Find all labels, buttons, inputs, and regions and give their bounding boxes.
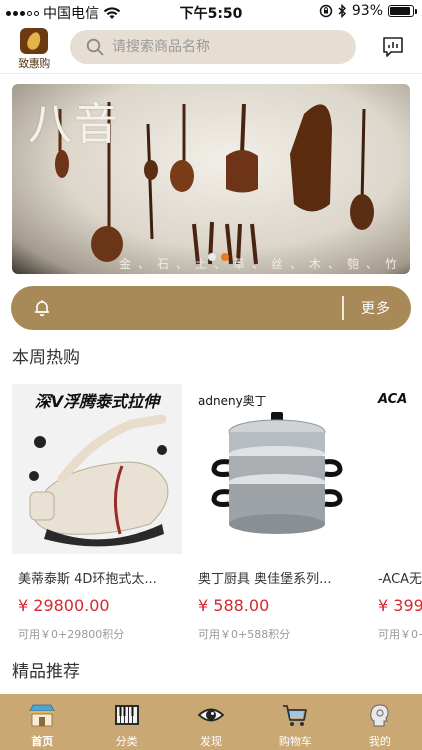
tab-home[interactable]: 首页 xyxy=(0,694,84,750)
user-head-icon xyxy=(370,704,389,727)
tab-label: 分类 xyxy=(115,735,138,748)
weekly-hot-products[interactable]: 深V浮腾泰式拉伸 美蒂泰斯 4D环抱式太... ¥ 29800.00 可用￥0+… xyxy=(0,384,422,644)
product-card[interactable]: 深V浮腾泰式拉伸 美蒂泰斯 4D环抱式太... ¥ 29800.00 可用￥0+… xyxy=(12,384,182,644)
shopping-cart-icon xyxy=(283,705,308,726)
tab-label: 发现 xyxy=(200,735,223,748)
app-logo[interactable]: 致惠购 xyxy=(16,28,52,70)
product-image-massage-chair: 深V浮腾泰式拉伸 xyxy=(12,384,182,554)
battery-level xyxy=(390,7,411,15)
carousel-dot-active[interactable] xyxy=(221,253,229,261)
product-price: ¥ 29800.00 xyxy=(18,596,110,615)
section-title-recommended: 精品推荐 xyxy=(12,662,80,682)
bluetooth-icon xyxy=(338,4,346,18)
banner-title: 八音 xyxy=(28,99,120,150)
eye-icon xyxy=(197,708,225,722)
product-name[interactable]: -ACA无 xyxy=(378,568,422,587)
piano-keys-icon xyxy=(114,705,139,725)
search-icon xyxy=(86,38,104,56)
battery-percent: 93% xyxy=(351,3,383,19)
product-price: ¥ 588.00 xyxy=(198,596,270,615)
carousel-dots xyxy=(208,253,229,261)
logo-mark xyxy=(20,28,48,54)
rotation-lock-icon xyxy=(319,4,333,18)
search-input[interactable] xyxy=(112,39,342,55)
bell-icon xyxy=(34,299,50,317)
section-title-weekly-hot: 本周热购 xyxy=(12,348,80,368)
product-image-aca: ACA xyxy=(372,384,422,554)
product-name[interactable]: 美蒂泰斯 4D环抱式太... xyxy=(18,568,182,587)
tab-category[interactable]: 分类 xyxy=(84,694,168,750)
tab-label: 首页 xyxy=(31,735,54,748)
product-image-text: ACA xyxy=(378,392,408,407)
massage-chair-illustration xyxy=(29,414,169,547)
product-price: ¥ 399 xyxy=(378,596,422,615)
steamer-pot-illustration xyxy=(211,412,343,534)
battery-icon xyxy=(388,5,417,17)
tab-discover[interactable]: 发现 xyxy=(169,694,253,750)
product-name[interactable]: 奥丁厨具 奥佳堡系列... xyxy=(198,568,362,587)
status-bar: 中国电信 下午5:50 93% xyxy=(0,0,422,24)
carousel-dot[interactable] xyxy=(208,253,216,261)
product-image-steamer-pot: adneny奥丁 xyxy=(192,384,362,554)
tab-label: 我的 xyxy=(368,735,391,748)
tab-label: 购物车 xyxy=(278,735,312,748)
product-card[interactable]: adneny奥丁 奥丁厨具 奥佳堡系列... ¥ 588.00 可用￥0+588… xyxy=(192,384,362,644)
product-points: 可用￥0+ xyxy=(378,628,422,641)
tab-profile[interactable]: 我的 xyxy=(338,694,422,750)
product-points: 可用￥0+588积分 xyxy=(198,628,291,641)
tab-cart[interactable]: 购物车 xyxy=(253,694,337,750)
banner-caption: 金、石、土、革、丝、木、匏、竹 xyxy=(118,257,404,271)
logo-text: 致惠购 xyxy=(18,57,50,70)
notice-more-link[interactable]: 更多 xyxy=(361,298,391,318)
status-right: 93% xyxy=(319,3,417,19)
bottom-tab-bar: 首页 分类 发现 购物车 我的 xyxy=(0,694,422,750)
product-points: 可用￥0+29800积分 xyxy=(18,628,125,641)
storefront-icon xyxy=(29,704,55,727)
search-bar[interactable] xyxy=(70,30,356,64)
product-card[interactable]: ACA -ACA无 ¥ 399 可用￥0+ xyxy=(372,384,422,644)
notice-bar[interactable]: 更多 xyxy=(11,286,411,330)
header: 致惠购 xyxy=(0,24,422,72)
banner-carousel[interactable]: 八音 金、石、土、革、丝、木、匏、竹 xyxy=(12,84,410,274)
notice-divider xyxy=(342,296,344,320)
message-chart-icon[interactable] xyxy=(382,36,404,58)
header-divider xyxy=(0,73,422,74)
